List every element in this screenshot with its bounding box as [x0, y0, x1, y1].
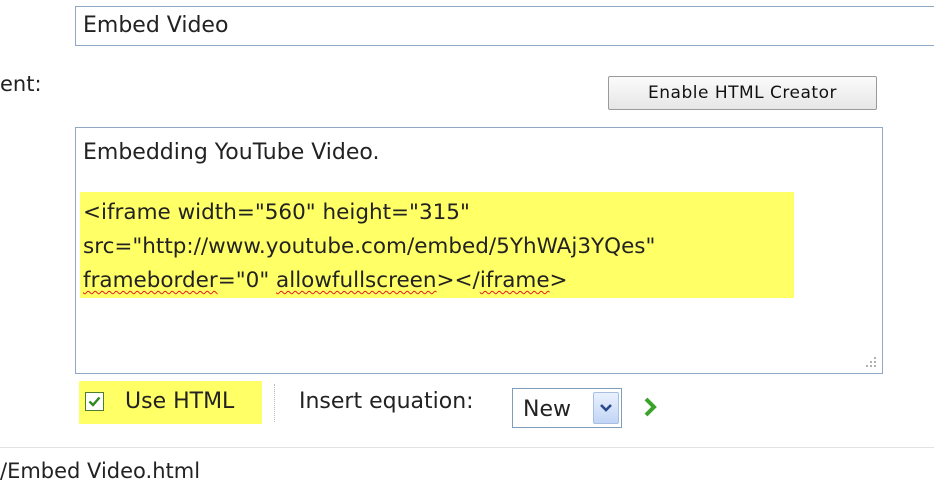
footer-divider: [0, 447, 934, 448]
content-editor[interactable]: Embedding YouTube Video. <iframe width="…: [75, 127, 883, 374]
green-chevron-right-icon[interactable]: [637, 393, 665, 421]
editor-paragraph: Embedding YouTube Video.: [83, 140, 380, 165]
checkmark-icon: [88, 396, 101, 407]
misspelled-word: iframe: [479, 268, 550, 293]
resize-grip-icon[interactable]: [864, 355, 878, 369]
code-text: ="0": [217, 268, 277, 293]
equation-type-select[interactable]: New: [512, 388, 622, 428]
use-html-checkbox[interactable]: [85, 392, 104, 411]
code-text: >: [549, 268, 568, 293]
insert-equation-label: Insert equation:: [299, 389, 474, 414]
enable-html-creator-button[interactable]: Enable HTML Creator: [608, 76, 877, 110]
code-line-2: src="http://www.youtube.com/embed/5YhWAj…: [83, 234, 656, 259]
toolbar-divider: [274, 384, 275, 422]
code-text: ></: [436, 268, 480, 293]
code-line-3: frameborder="0" allowfullscreen></iframe…: [83, 268, 568, 293]
wiki-edit-page: Embed Video ent: Enable HTML Creator Emb…: [0, 0, 934, 487]
use-html-label: Use HTML: [125, 389, 235, 414]
misspelled-word: frameborder: [83, 268, 218, 293]
content-label: ent:: [0, 72, 42, 96]
code-line-1: <iframe width="560" height="315": [83, 200, 470, 225]
file-path: /Embed Video.html: [0, 459, 201, 483]
equation-select-value: New: [523, 397, 571, 422]
dropdown-arrow-button[interactable]: [593, 392, 619, 424]
page-title-field[interactable]: Embed Video: [75, 6, 934, 46]
use-html-option[interactable]: Use HTML: [79, 381, 262, 424]
misspelled-word: allowfullscreen: [276, 268, 437, 293]
chevron-down-icon: [600, 404, 612, 412]
